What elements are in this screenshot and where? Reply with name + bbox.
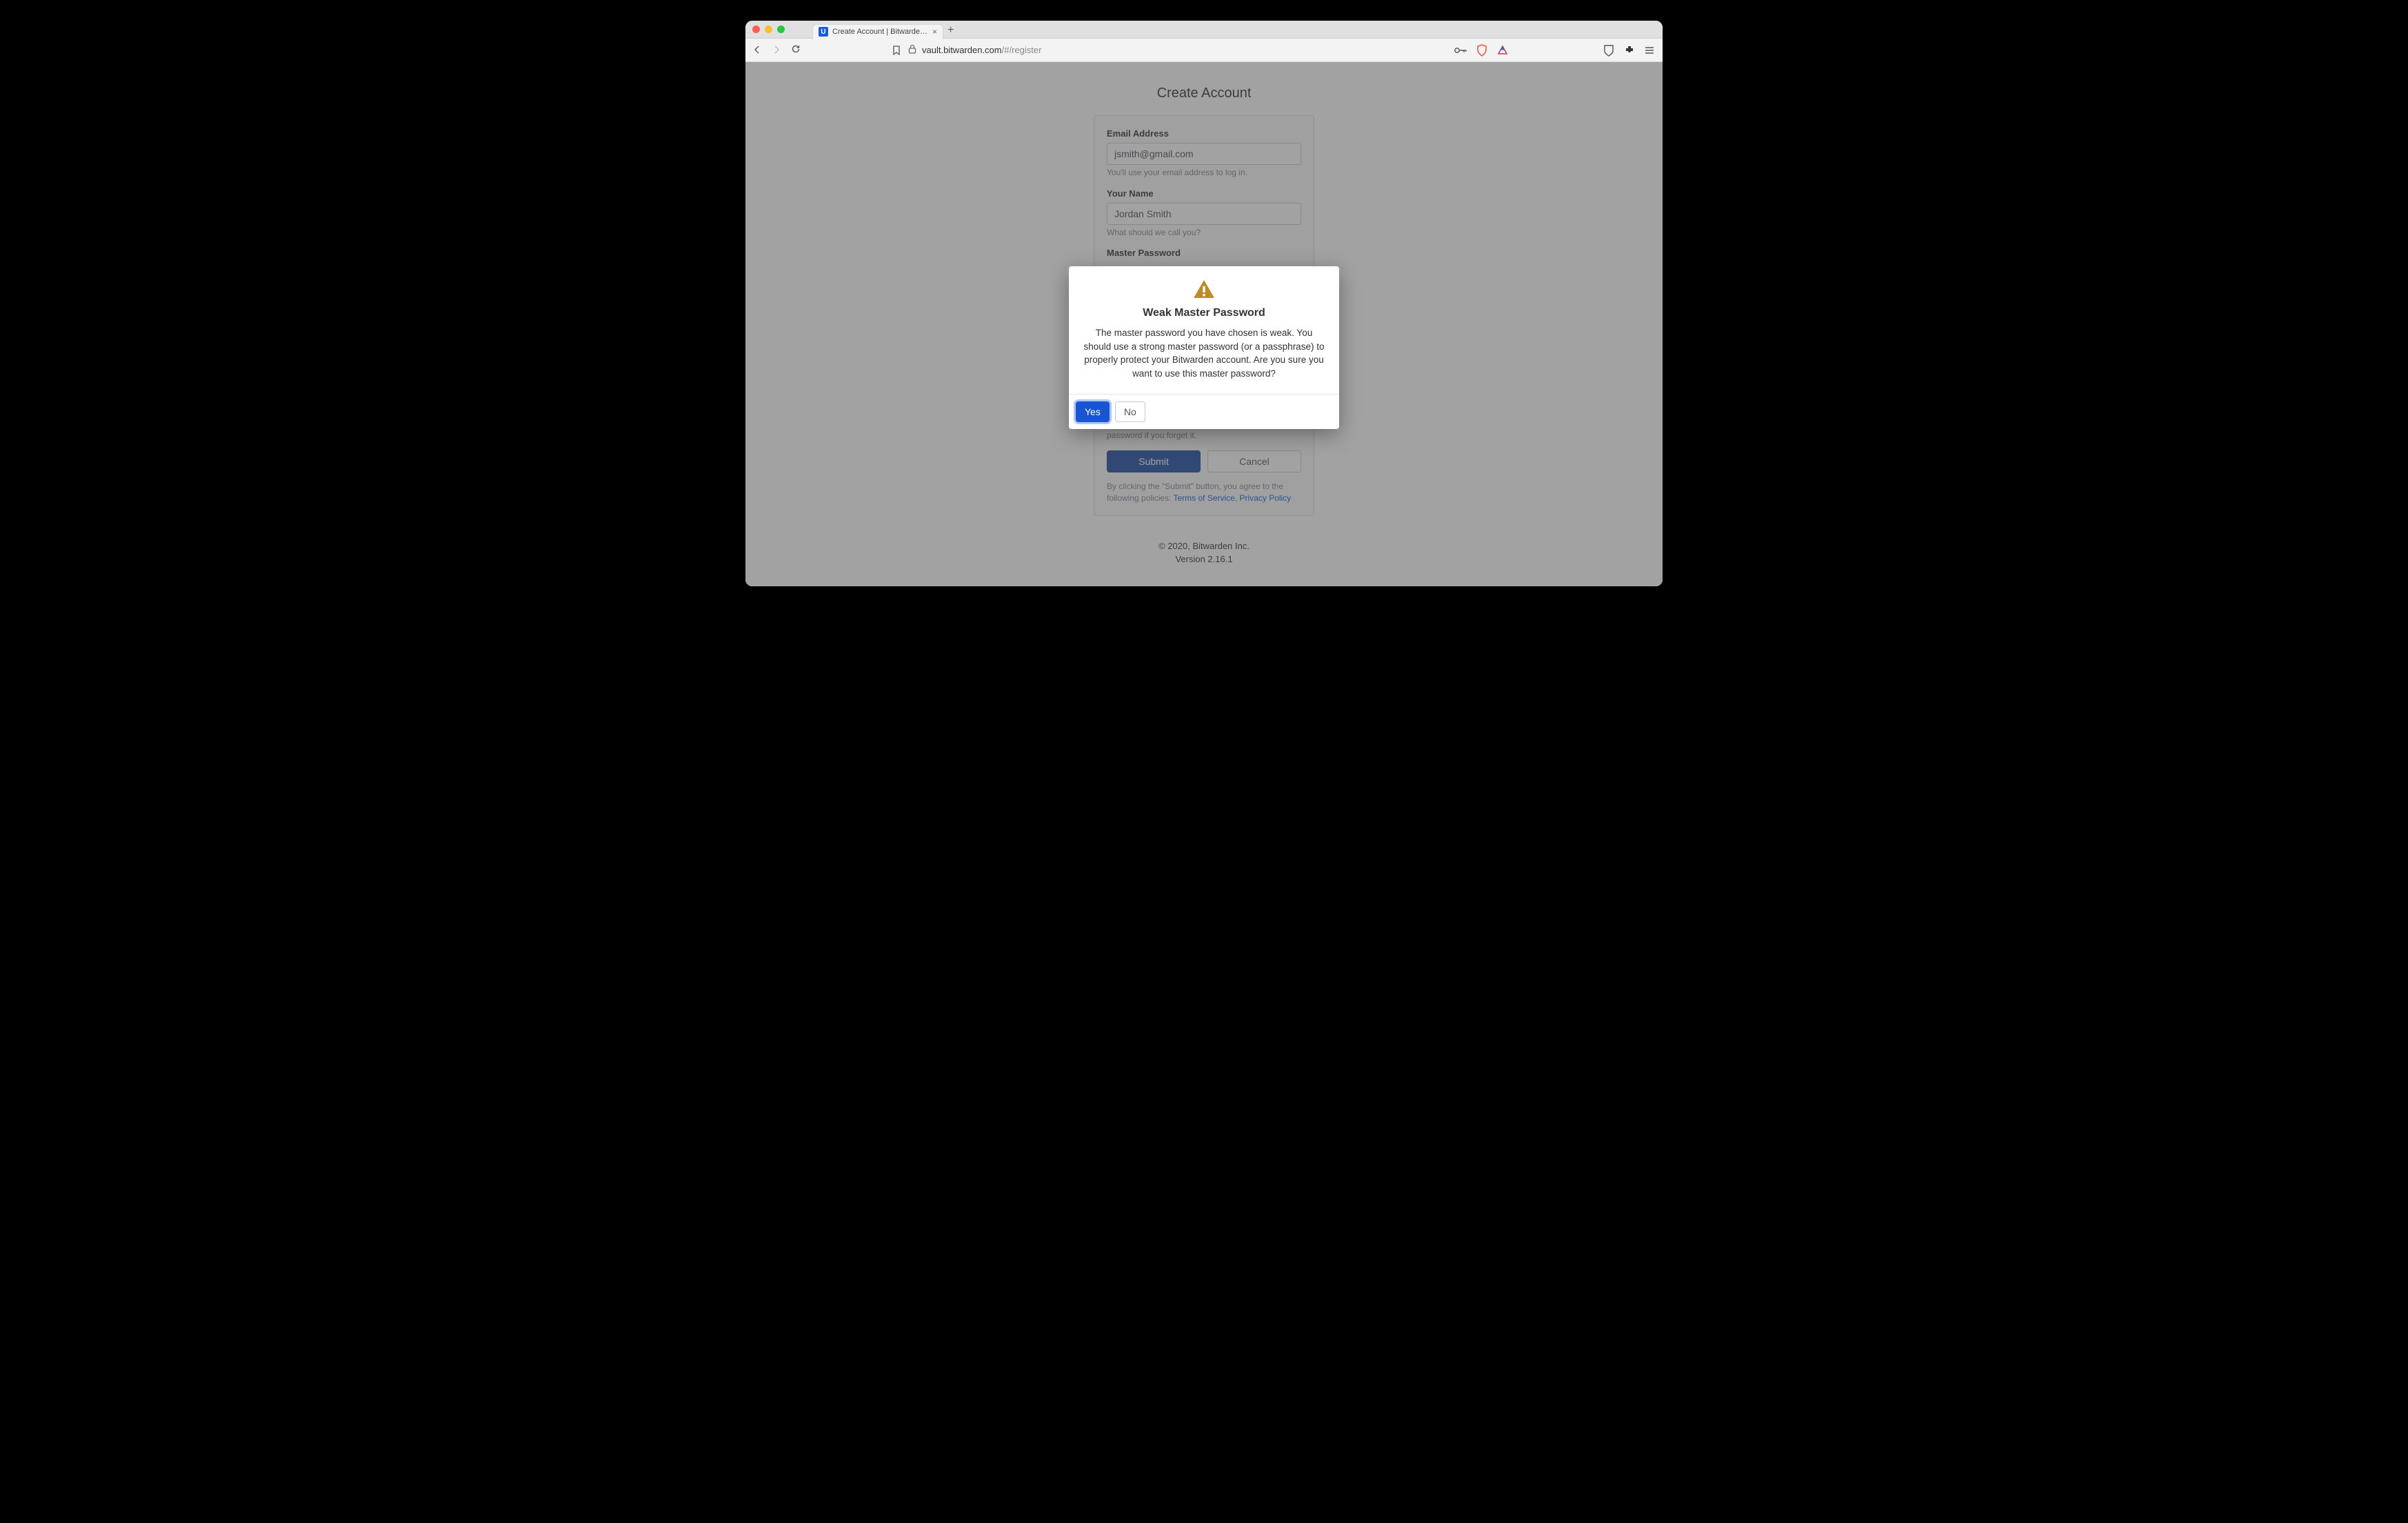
browser-window: U Create Account | Bitwarden Web × + vau… (745, 21, 1663, 586)
forward-button (770, 45, 783, 56)
brave-rewards-icon[interactable] (1497, 45, 1508, 56)
modal-yes-button[interactable]: Yes (1076, 401, 1110, 422)
toolbar-right (1454, 44, 1657, 57)
reload-button[interactable] (790, 44, 802, 56)
browser-toolbar: vault.bitwarden.com/#/register (745, 39, 1663, 62)
viewport: Create Account Email Address You'll use … (745, 62, 1663, 586)
url-host: vault.bitwarden.com (922, 45, 1002, 55)
warning-icon (1083, 279, 1325, 303)
new-tab-button[interactable]: + (947, 24, 954, 37)
browser-tab[interactable]: U Create Account | Bitwarden Web × (812, 24, 943, 39)
window-zoom-icon[interactable] (777, 26, 785, 33)
modal-text: The master password you have chosen is w… (1083, 326, 1325, 380)
window-controls (752, 26, 785, 33)
modal-title: Weak Master Password (1083, 307, 1325, 319)
titlebar: U Create Account | Bitwarden Web × + (745, 21, 1663, 39)
menu-icon[interactable] (1645, 46, 1654, 55)
brave-shields-icon[interactable] (1476, 44, 1487, 57)
key-icon[interactable] (1454, 46, 1467, 54)
modal-no-button[interactable]: No (1115, 401, 1145, 422)
tab-favicon-icon: U (819, 27, 828, 37)
weak-password-modal: Weak Master Password The master password… (1069, 266, 1339, 429)
tab-close-icon[interactable]: × (932, 27, 937, 37)
address-bar[interactable]: vault.bitwarden.com/#/register (908, 44, 1447, 56)
back-button[interactable] (751, 45, 763, 56)
url-text: vault.bitwarden.com/#/register (922, 45, 1041, 55)
url-path: /#/register (1002, 45, 1042, 55)
bookmark-button[interactable] (892, 46, 901, 55)
extension-bitwarden-icon[interactable] (1603, 44, 1614, 57)
tab-title: Create Account | Bitwarden Web (832, 28, 928, 36)
window-close-icon[interactable] (752, 26, 760, 33)
extensions-icon[interactable] (1624, 45, 1635, 56)
window-minimize-icon[interactable] (765, 26, 772, 33)
lock-icon (908, 44, 916, 56)
